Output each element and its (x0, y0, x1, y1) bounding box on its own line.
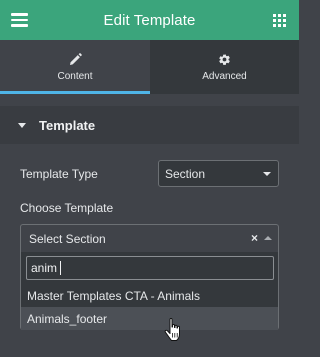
hand-pointer-icon (164, 318, 180, 341)
template-dropdown: Master Templates CTA - Animals Animals_f… (20, 252, 279, 330)
header-title: Edit Template (103, 11, 196, 29)
tab-advanced-label: Advanced (202, 71, 247, 82)
tab-advanced[interactable]: Advanced (150, 40, 299, 94)
template-search-input[interactable] (26, 256, 274, 280)
caret-down-icon (18, 122, 26, 128)
gear-icon (219, 54, 230, 65)
text-cursor (60, 261, 61, 275)
chevron-up-icon[interactable] (264, 236, 272, 240)
choose-template-value: Select Section (29, 231, 106, 246)
choose-template-label: Choose Template (20, 201, 114, 215)
apps-grid-icon[interactable] (273, 14, 286, 27)
dropdown-option-highlighted[interactable]: Animals_footer (21, 307, 278, 330)
section-toggle-template[interactable]: Template (0, 106, 299, 144)
clear-selection-icon[interactable]: × (251, 232, 258, 244)
template-type-select[interactable]: Section (158, 160, 279, 187)
pencil-icon (69, 53, 82, 65)
section-title: Template (39, 117, 96, 133)
editor-header: Edit Template (0, 0, 299, 40)
choose-template-select[interactable]: Select Section × (20, 224, 279, 252)
template-type-label: Template Type (20, 167, 98, 181)
template-type-value: Section (165, 166, 206, 181)
hamburger-menu-icon[interactable] (11, 13, 28, 27)
dropdown-option[interactable]: Master Templates CTA - Animals (21, 284, 278, 307)
tab-content[interactable]: Content (0, 40, 150, 94)
chevron-down-icon (263, 172, 271, 176)
tab-content-label: Content (57, 71, 93, 82)
panel-tabs: Content Advanced (0, 40, 299, 94)
